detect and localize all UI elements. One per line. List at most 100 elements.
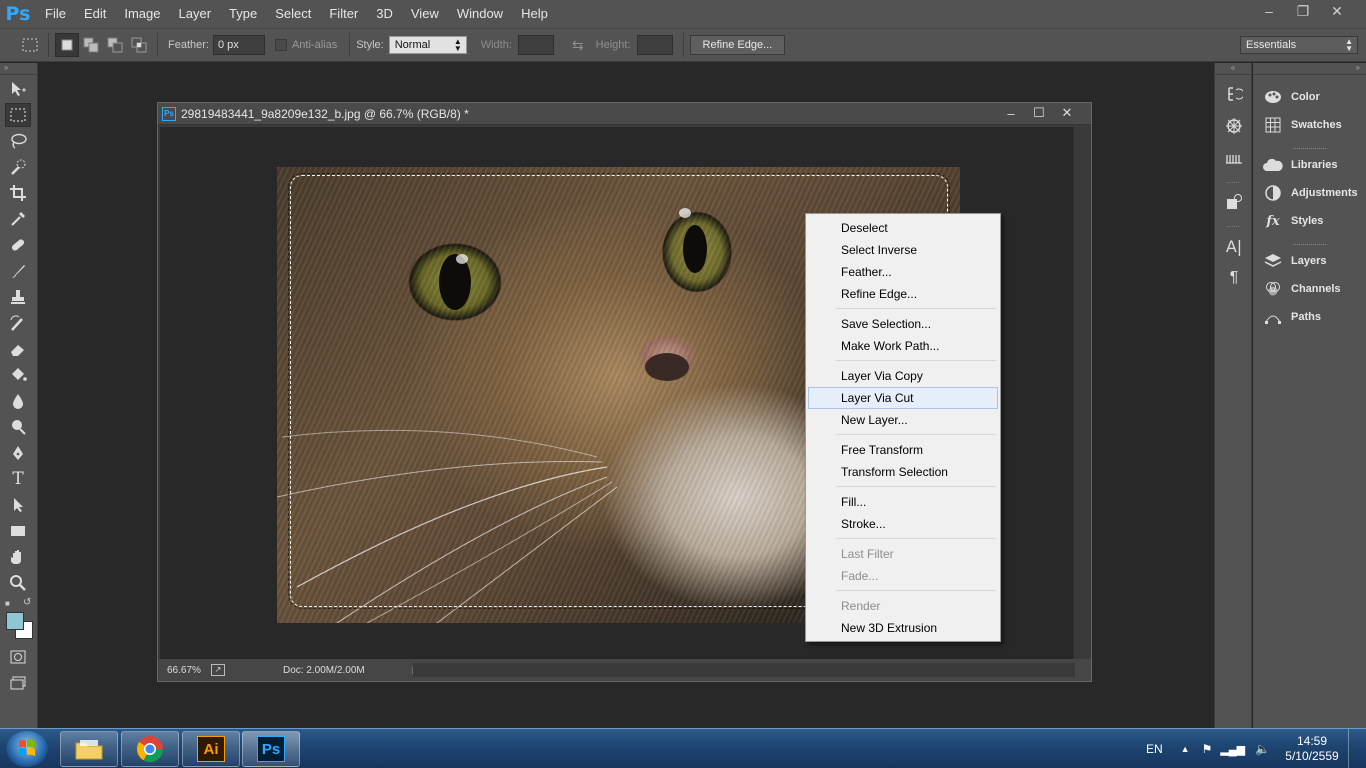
context-menu-item-layer-via-copy[interactable]: Layer Via Copy xyxy=(808,365,998,387)
context-menu-item-stroke[interactable]: Stroke... xyxy=(808,513,998,535)
properties-icon[interactable] xyxy=(1221,113,1247,139)
network-icon[interactable]: ▂▄▆ xyxy=(1220,743,1245,756)
pen-tool-icon[interactable] xyxy=(5,441,31,465)
quick-selection-tool-icon[interactable] xyxy=(5,155,31,179)
paint-bucket-tool-icon[interactable] xyxy=(5,363,31,387)
brush-tool-icon[interactable] xyxy=(5,259,31,283)
paragraph-icon[interactable]: ¶ xyxy=(1221,265,1247,291)
context-menu-item-new-layer[interactable]: New Layer... xyxy=(808,409,998,431)
panel-tab-swatches[interactable]: Swatches xyxy=(1253,111,1366,139)
crop-tool-icon[interactable] xyxy=(5,181,31,205)
taskbar-chrome[interactable] xyxy=(121,731,179,767)
healing-brush-tool-icon[interactable] xyxy=(5,233,31,257)
panel-tab-libraries[interactable]: Libraries xyxy=(1253,151,1366,179)
type-tool-icon[interactable]: T xyxy=(5,467,31,491)
menu-help[interactable]: Help xyxy=(512,0,557,28)
panel-tab-color[interactable]: Color xyxy=(1253,83,1366,111)
menu-filter[interactable]: Filter xyxy=(320,0,367,28)
collapse-dock-icon[interactable]: « xyxy=(1215,63,1251,75)
feather-input[interactable]: 0 px xyxy=(212,35,265,55)
rectangular-marquee-preset-icon[interactable] xyxy=(18,33,42,57)
rectangle-tool-icon[interactable] xyxy=(5,519,31,543)
context-menu-item-save-selection[interactable]: Save Selection... xyxy=(808,313,998,335)
taskbar-photoshop[interactable]: Ps xyxy=(242,731,300,767)
context-menu-item-refine-edge[interactable]: Refine Edge... xyxy=(808,283,998,305)
subtract-from-selection-icon[interactable] xyxy=(103,33,127,57)
document-minimize-button[interactable]: – xyxy=(997,103,1025,123)
taskbar-file-explorer[interactable] xyxy=(60,731,118,767)
character-icon[interactable]: A| xyxy=(1221,233,1247,259)
menu-window[interactable]: Window xyxy=(448,0,512,28)
swap-dimensions-icon[interactable]: ⇆ xyxy=(572,37,584,54)
menu-select[interactable]: Select xyxy=(266,0,320,28)
context-menu-item-deselect[interactable]: Deselect xyxy=(808,217,998,239)
clone-stamp-tool-icon[interactable] xyxy=(5,285,31,309)
document-close-button[interactable]: ✕ xyxy=(1053,103,1081,123)
context-menu-item-feather[interactable]: Feather... xyxy=(808,261,998,283)
start-button[interactable] xyxy=(6,731,48,767)
default-colors-icon[interactable]: ■ xyxy=(5,599,10,608)
add-to-selection-icon[interactable] xyxy=(79,33,103,57)
history-icon[interactable] xyxy=(1221,81,1247,107)
menu-file[interactable]: File xyxy=(36,0,75,28)
new-selection-icon[interactable] xyxy=(55,33,79,57)
panel-group-grip[interactable] xyxy=(1293,141,1326,149)
menu-layer[interactable]: Layer xyxy=(170,0,221,28)
context-menu-item-free-transform[interactable]: Free Transform xyxy=(808,439,998,461)
color-swatches[interactable]: ■ ↺ xyxy=(0,597,37,643)
restore-button[interactable]: ❐ xyxy=(1286,0,1320,22)
clone-source-icon[interactable] xyxy=(1221,189,1247,215)
lasso-tool-icon[interactable] xyxy=(5,129,31,153)
path-selection-tool-icon[interactable] xyxy=(5,493,31,517)
panel-tab-styles[interactable]: fx Styles xyxy=(1253,207,1366,235)
panel-tab-paths[interactable]: Paths xyxy=(1253,303,1366,331)
quick-mask-icon[interactable] xyxy=(5,645,31,669)
menu-view[interactable]: View xyxy=(402,0,448,28)
document-title-bar[interactable]: Ps 29819483441_9a8209e132_b.jpg @ 66.7% … xyxy=(158,103,1091,125)
volume-icon[interactable]: 🔈 xyxy=(1255,742,1270,756)
width-input[interactable] xyxy=(517,35,554,55)
rectangular-marquee-tool-icon[interactable] xyxy=(5,103,31,127)
panel-tab-layers[interactable]: Layers xyxy=(1253,247,1366,275)
panel-group-grip[interactable] xyxy=(1293,237,1326,245)
menu-image[interactable]: Image xyxy=(115,0,169,28)
context-menu-item-fill[interactable]: Fill... xyxy=(808,491,998,513)
anti-alias-checkbox[interactable] xyxy=(274,39,287,51)
refine-edge-button[interactable]: Refine Edge... xyxy=(689,35,786,55)
blur-tool-icon[interactable] xyxy=(5,389,31,413)
close-button[interactable]: ✕ xyxy=(1320,0,1354,22)
panel-tab-channels[interactable]: Channels xyxy=(1253,275,1366,303)
share-icon[interactable]: ↗ xyxy=(211,664,225,676)
zoom-tool-icon[interactable] xyxy=(5,571,31,595)
swap-colors-icon[interactable]: ↺ xyxy=(23,597,31,608)
dodge-tool-icon[interactable] xyxy=(5,415,31,439)
menu-type[interactable]: Type xyxy=(220,0,266,28)
intersect-selection-icon[interactable] xyxy=(127,33,151,57)
menu-3d[interactable]: 3D xyxy=(367,0,402,28)
height-input[interactable] xyxy=(636,35,673,55)
hand-tool-icon[interactable] xyxy=(5,545,31,569)
action-center-icon[interactable]: ⚑ xyxy=(1202,742,1213,756)
vertical-scrollbar[interactable] xyxy=(1073,127,1089,659)
menu-edit[interactable]: Edit xyxy=(75,0,115,28)
collapse-toolbar-icon[interactable]: » xyxy=(0,63,37,75)
style-select[interactable]: Normal ▲ ▼ xyxy=(388,36,467,54)
screen-mode-icon[interactable] xyxy=(5,671,31,695)
context-menu-item-select-inverse[interactable]: Select Inverse xyxy=(808,239,998,261)
foreground-color-swatch[interactable] xyxy=(6,612,24,630)
show-hidden-icons[interactable]: ▲ xyxy=(1181,744,1190,754)
minimize-button[interactable]: – xyxy=(1252,0,1286,22)
move-tool-icon[interactable] xyxy=(5,77,31,101)
document-maximize-button[interactable]: ☐ xyxy=(1025,103,1053,123)
context-menu-item-make-work-path[interactable]: Make Work Path... xyxy=(808,335,998,357)
language-indicator[interactable]: EN xyxy=(1146,742,1163,756)
eyedropper-tool-icon[interactable] xyxy=(5,207,31,231)
taskbar-illustrator[interactable]: Ai xyxy=(182,731,240,767)
eraser-tool-icon[interactable] xyxy=(5,337,31,361)
panel-tab-adjustments[interactable]: Adjustments xyxy=(1253,179,1366,207)
show-desktop-button[interactable] xyxy=(1348,729,1358,768)
horizontal-scrollbar[interactable] xyxy=(413,663,1075,677)
context-menu-item-transform-selection[interactable]: Transform Selection xyxy=(808,461,998,483)
zoom-level[interactable]: 66.67% xyxy=(167,665,207,676)
workspace-select[interactable]: Essentials ▲ ▼ xyxy=(1240,36,1358,54)
